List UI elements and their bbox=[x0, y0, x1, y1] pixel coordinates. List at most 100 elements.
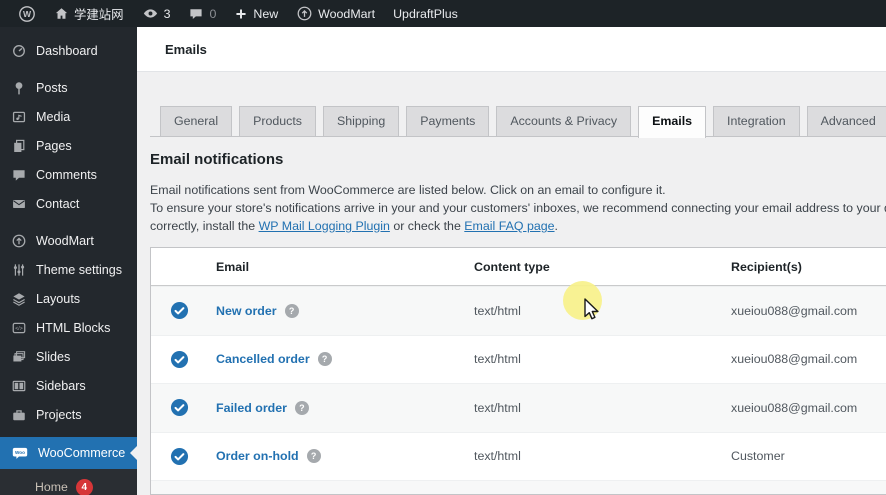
sidebar-item-html-blocks[interactable]: </> HTML Blocks bbox=[0, 313, 137, 342]
updates-icon bbox=[142, 5, 159, 22]
tab-payments[interactable]: Payments bbox=[406, 106, 489, 137]
tab-products[interactable]: Products bbox=[239, 106, 316, 137]
table-row[interactable]: New order ? text/html xueiou088@gmail.co… bbox=[151, 286, 886, 335]
help-icon[interactable]: ? bbox=[318, 352, 332, 366]
woodmart-logo-icon bbox=[296, 5, 313, 22]
email-name-link[interactable]: Cancelled order bbox=[216, 352, 310, 366]
sidebar-item-label: Projects bbox=[36, 408, 82, 422]
sidebar-item-label: Slides bbox=[36, 350, 70, 364]
pushpin-icon bbox=[11, 80, 27, 96]
help-icon[interactable]: ? bbox=[285, 304, 299, 318]
comments-icon bbox=[11, 167, 27, 183]
email-faq-page-link[interactable]: Email FAQ page bbox=[464, 219, 554, 233]
briefcase-icon bbox=[11, 407, 27, 423]
sidebar-item-label: Comments bbox=[36, 168, 97, 182]
wp-mail-logging-plugin-link[interactable]: WP Mail Logging Plugin bbox=[259, 219, 390, 233]
content-type-cell: text/html bbox=[474, 352, 731, 366]
page-title: Emails bbox=[165, 42, 207, 57]
sidebar-item-contact[interactable]: Contact bbox=[0, 189, 137, 218]
svg-text:</>: </> bbox=[15, 326, 22, 332]
email-name-link[interactable]: Failed order bbox=[216, 401, 287, 415]
site-name-label: 学建站网 bbox=[74, 5, 124, 23]
tab-accounts-privacy[interactable]: Accounts & Privacy bbox=[496, 106, 631, 137]
submenu-item-home[interactable]: Home 4 bbox=[35, 476, 137, 495]
sidebar-item-posts[interactable]: Posts bbox=[0, 73, 137, 102]
tab-general[interactable]: General bbox=[160, 106, 232, 137]
sidebar-item-woocommerce[interactable]: Woo WooCommerce bbox=[0, 437, 137, 469]
sidebar-item-slides[interactable]: Slides bbox=[0, 342, 137, 371]
woodmart-toolbar-menu[interactable]: WoodMart bbox=[287, 0, 384, 27]
updraftplus-toolbar-menu[interactable]: UpdraftPlus bbox=[384, 0, 467, 27]
home-icon bbox=[54, 6, 69, 21]
email-name-link[interactable]: Order on-hold bbox=[216, 449, 299, 463]
woodmart-icon bbox=[11, 233, 27, 249]
email-column-header: Email bbox=[216, 260, 474, 274]
updates-menu[interactable]: 3 bbox=[133, 0, 180, 27]
enabled-check-icon bbox=[170, 301, 189, 320]
email-notifications-table: Email Content type Recipient(s) New orde… bbox=[150, 247, 886, 495]
email-name-link[interactable]: New order bbox=[216, 304, 277, 318]
woocommerce-email-settings-page: { "admin_bar": { "site_name": "学建站网", "u… bbox=[0, 0, 886, 495]
sidebar-item-label: Dashboard bbox=[36, 44, 98, 58]
wordpress-logo-menu[interactable]: W bbox=[9, 0, 45, 27]
tab-shipping[interactable]: Shipping bbox=[323, 106, 399, 137]
sidebar-item-sidebars[interactable]: Sidebars bbox=[0, 371, 137, 400]
description-line-3-prefix: correctly, install the bbox=[150, 219, 259, 233]
help-icon[interactable]: ? bbox=[307, 449, 321, 463]
sidebar-item-label: WoodMart bbox=[36, 234, 94, 248]
sidebar-separator bbox=[0, 218, 137, 226]
sidebar-item-woodmart[interactable]: WoodMart bbox=[0, 226, 137, 255]
recipient-cell: xueiou088@gmail.com bbox=[731, 401, 886, 415]
woocommerce-submenu: Home 4 bbox=[0, 469, 137, 495]
recipients-column-header: Recipient(s) bbox=[731, 260, 886, 274]
columns-icon bbox=[11, 378, 27, 394]
enabled-check-icon bbox=[170, 350, 189, 369]
sidebar-item-label: Pages bbox=[36, 139, 72, 153]
table-row-partial[interactable] bbox=[151, 480, 886, 495]
description-line-2: To ensure your store's notifications arr… bbox=[150, 201, 886, 215]
help-icon[interactable]: ? bbox=[295, 401, 309, 415]
sidebar-item-label: HTML Blocks bbox=[36, 321, 110, 335]
section-heading: Email notifications bbox=[150, 151, 283, 168]
table-row[interactable]: Failed order ? text/html xueiou088@gmail… bbox=[151, 383, 886, 432]
comment-bubble-icon bbox=[188, 6, 204, 22]
enabled-check-icon bbox=[170, 398, 189, 417]
tab-advanced[interactable]: Advanced bbox=[807, 106, 886, 137]
sidebar-item-label: Theme settings bbox=[36, 263, 122, 277]
site-name-menu[interactable]: 学建站网 bbox=[45, 0, 133, 27]
slides-stack-icon bbox=[11, 349, 27, 365]
mouse-cursor-icon bbox=[578, 296, 604, 324]
submenu-home-label: Home bbox=[35, 480, 68, 494]
admin-bar: W 学建站网 3 0 New WoodMart UpdraftPlus bbox=[0, 0, 886, 27]
enabled-check-icon bbox=[170, 447, 189, 466]
new-label: New bbox=[253, 7, 278, 21]
sidebar-item-label: Media bbox=[36, 110, 70, 124]
updates-count: 3 bbox=[164, 7, 171, 21]
notification-count-badge: 4 bbox=[76, 479, 93, 495]
recipient-cell: xueiou088@gmail.com bbox=[731, 352, 886, 366]
pages-icon bbox=[11, 138, 27, 154]
table-row[interactable]: Cancelled order ? text/html xueiou088@gm… bbox=[151, 335, 886, 384]
new-content-menu[interactable]: New bbox=[225, 0, 287, 27]
description-line-3: correctly, install the WP Mail Logging P… bbox=[150, 219, 558, 233]
comments-count: 0 bbox=[209, 7, 216, 21]
sidebar-item-pages[interactable]: Pages bbox=[0, 131, 137, 160]
tab-integration[interactable]: Integration bbox=[713, 106, 800, 137]
plus-icon bbox=[234, 7, 248, 21]
svg-text:W: W bbox=[23, 9, 32, 19]
table-header-row: Email Content type Recipient(s) bbox=[151, 248, 886, 286]
svg-text:Woo: Woo bbox=[15, 450, 25, 455]
table-row[interactable]: Order on-hold ? text/html Customer bbox=[151, 432, 886, 481]
tab-emails[interactable]: Emails bbox=[638, 106, 706, 138]
sidebar-item-theme-settings[interactable]: Theme settings bbox=[0, 255, 137, 284]
sidebar-item-projects[interactable]: Projects bbox=[0, 400, 137, 429]
sidebar-item-label: Sidebars bbox=[36, 379, 86, 393]
wordpress-logo-icon: W bbox=[18, 5, 36, 23]
comments-menu[interactable]: 0 bbox=[179, 0, 225, 27]
sidebar-item-comments[interactable]: Comments bbox=[0, 160, 137, 189]
recipient-cell: xueiou088@gmail.com bbox=[731, 304, 886, 318]
sidebar-item-dashboard[interactable]: Dashboard bbox=[0, 36, 137, 65]
sidebar-item-media[interactable]: Media bbox=[0, 102, 137, 131]
sidebar-item-layouts[interactable]: Layouts bbox=[0, 284, 137, 313]
sidebar-item-label: Posts bbox=[36, 81, 68, 95]
